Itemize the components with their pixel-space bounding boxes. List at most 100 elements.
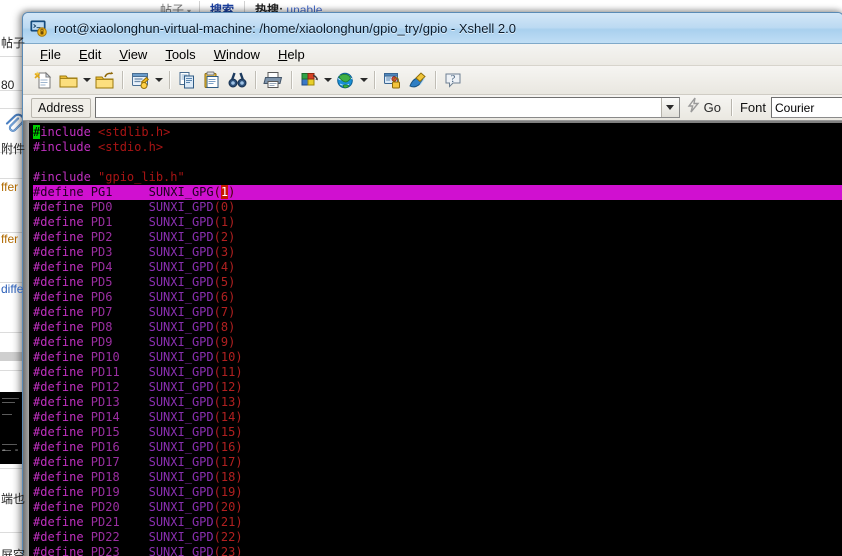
- terminal-token: SUNXI_GPD: [148, 440, 214, 454]
- terminal-token: SUNXI_GPD: [148, 260, 214, 274]
- chevron-down-icon[interactable]: [153, 69, 164, 92]
- chevron-down-icon[interactable]: [660, 98, 679, 117]
- chevron-down-icon[interactable]: [81, 69, 92, 92]
- terminal-token: SUNXI_GPD: [148, 305, 214, 319]
- terminal-token: (7): [213, 305, 236, 319]
- go-button[interactable]: Go: [680, 97, 728, 118]
- terminal-token: PD14: [83, 410, 120, 424]
- terminal-token: PD13: [83, 395, 120, 409]
- terminal-token: #define: [33, 515, 84, 529]
- terminal-token: (0): [213, 200, 236, 214]
- menu-window[interactable]: Window: [205, 46, 269, 63]
- lightning-bolt-icon: [686, 97, 701, 118]
- xshell-window: root@xiaolonghun-virtual-machine: /home/…: [22, 12, 842, 556]
- paste-icon[interactable]: [201, 69, 224, 92]
- terminal-line: #define PD2 SUNXI_GPD(2): [33, 230, 842, 245]
- find-icon[interactable]: [226, 69, 249, 92]
- terminal-token: #define: [33, 485, 84, 499]
- terminal-token: (19): [213, 485, 243, 499]
- terminal-token: #define: [33, 200, 84, 214]
- go-label: Go: [703, 100, 721, 115]
- background-text-fragment: 80: [1, 78, 15, 92]
- terminal-token: (14): [213, 410, 243, 424]
- session-manager-icon[interactable]: [129, 69, 152, 92]
- terminal-line: #define PD0 SUNXI_GPD(0): [33, 200, 842, 215]
- toolbar-separator: [730, 99, 732, 116]
- terminal-token: PD3: [83, 245, 113, 259]
- font-input-wrapper[interactable]: [771, 97, 842, 118]
- globe-icon[interactable]: [334, 69, 357, 92]
- terminal-line: #define PD4 SUNXI_GPD(4): [33, 260, 842, 275]
- terminal-token: PD23: [83, 545, 120, 556]
- menu-tools[interactable]: Tools: [156, 46, 204, 63]
- open-session-icon[interactable]: [93, 69, 116, 92]
- chevron-down-icon[interactable]: [322, 69, 333, 92]
- terminal-token: SUNXI_GPD: [148, 485, 214, 499]
- terminal-token: SUNXI_GPD: [148, 545, 214, 556]
- security-lock-icon[interactable]: [381, 69, 404, 92]
- menu-edit[interactable]: Edit: [70, 46, 110, 63]
- menu-file[interactable]: File: [31, 46, 70, 63]
- terminal-token: SUNXI_GPD: [148, 365, 214, 379]
- terminal-token: (8): [213, 320, 236, 334]
- terminal-token: PD8: [83, 320, 113, 334]
- terminal-token: #define: [33, 260, 84, 274]
- terminal-token: #define: [33, 275, 84, 289]
- terminal-line: #define PD16 SUNXI_GPD(16): [33, 440, 842, 455]
- background-text-fragment: 端也: [1, 492, 26, 506]
- terminal-screen[interactable]: #include <stdlib.h> #include <stdio.h> #i…: [29, 123, 842, 556]
- terminal-token: SUNXI_GPD: [148, 275, 214, 289]
- terminal-token: SUNXI_GPD: [148, 335, 214, 349]
- terminal-token: SUNXI_GPD: [148, 380, 214, 394]
- terminal-token: #define: [33, 365, 84, 379]
- terminal-token: (20): [213, 500, 243, 514]
- terminal-token: PD10: [83, 350, 120, 364]
- terminal-token: SUNXI_GPD: [148, 290, 214, 304]
- new-session-icon[interactable]: [32, 69, 55, 92]
- terminal-line: #define PD8 SUNXI_GPD(8): [33, 320, 842, 335]
- terminal-token: (13): [213, 395, 243, 409]
- chevron-down-icon[interactable]: [358, 69, 369, 92]
- window-titlebar[interactable]: root@xiaolonghun-virtual-machine: /home/…: [23, 13, 842, 44]
- terminal-line: #define PD11 SUNXI_GPD(11): [33, 365, 842, 380]
- address-input-wrapper[interactable]: [94, 97, 680, 119]
- terminal-line: #define PD18 SUNXI_GPD(18): [33, 470, 842, 485]
- terminal-token: (15): [213, 425, 243, 439]
- terminal-line: #define PD5 SUNXI_GPD(5): [33, 275, 842, 290]
- terminal-token: #define: [33, 350, 84, 364]
- help-question-icon[interactable]: ?: [442, 69, 465, 92]
- terminal-line: #define PD21 SUNXI_GPD(21): [33, 515, 842, 530]
- transfer-icon[interactable]: [298, 69, 321, 92]
- address-label: Address: [31, 97, 91, 118]
- terminal-token: #define: [33, 545, 84, 556]
- terminal-token: PD4: [83, 260, 113, 274]
- print-icon[interactable]: [262, 69, 285, 92]
- font-input[interactable]: [772, 99, 842, 116]
- copy-icon[interactable]: [176, 69, 199, 92]
- terminal-token: (23): [213, 545, 243, 556]
- open-folder-icon[interactable]: [57, 69, 80, 92]
- terminal-token: SUNXI_GPD: [148, 245, 214, 259]
- terminal-token: PD16: [83, 440, 120, 454]
- menu-view[interactable]: View: [110, 46, 156, 63]
- terminal-token: PD6: [83, 290, 113, 304]
- terminal-token: (12): [213, 380, 243, 394]
- highlight-pen-icon[interactable]: [406, 69, 429, 92]
- terminal-token: SUNXI_GPD: [148, 410, 214, 424]
- address-input[interactable]: [95, 98, 661, 119]
- menu-help[interactable]: Help: [269, 46, 314, 63]
- terminal-token: SUNXI_GPG: [148, 185, 214, 199]
